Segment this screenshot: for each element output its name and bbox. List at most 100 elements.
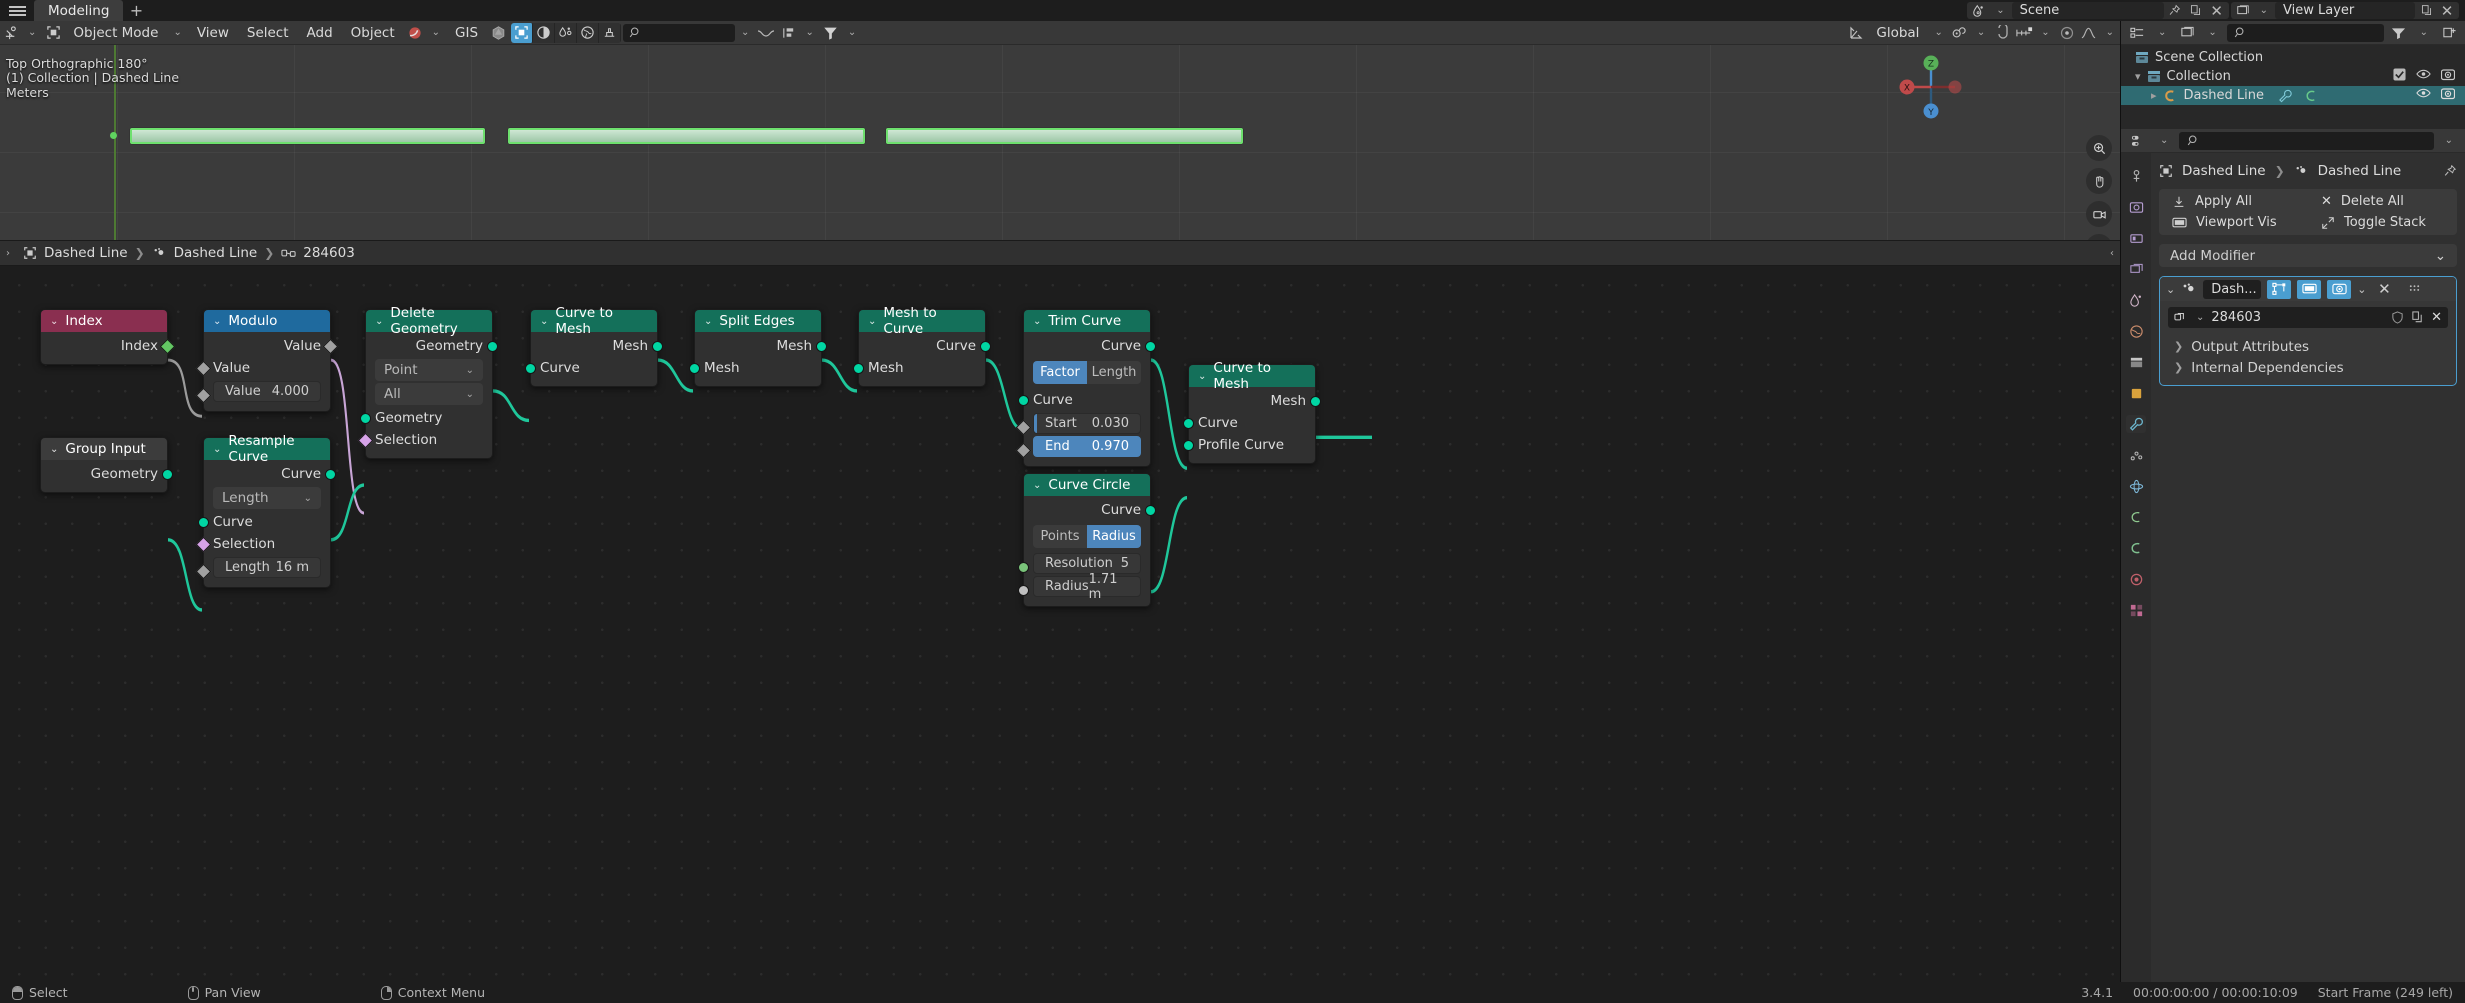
toggle-option-radius[interactable]: Radius [1087,525,1141,548]
tab-output[interactable] [2126,229,2146,247]
outliner-display-mode-icon[interactable] [2176,23,2198,43]
node-trim-curve-output[interactable]: Curve [1024,335,1156,357]
node-mesh-to-curve-input[interactable]: Mesh [853,357,985,379]
delete-scene-icon[interactable]: ✕ [2207,2,2227,20]
gis-globe-icon[interactable] [577,22,600,43]
snap-magnet-icon[interactable] [1991,23,2013,43]
node-delete-geometry-domain-dropdown[interactable]: Point ⌄ [375,359,483,381]
menu-gis[interactable]: GIS [446,22,487,44]
node-curve-to-mesh-2-output[interactable]: Mesh [1189,390,1321,412]
disclosure-triangle-icon[interactable]: ▸ [2151,89,2157,102]
output-socket-curve[interactable] [1145,340,1156,352]
output-socket-geometry[interactable] [487,340,498,352]
node-canvas[interactable]: ⌄ Index Index ⌄ Modulo Value Value Value… [0,266,2120,982]
nodegroup-icon[interactable] [2174,311,2189,324]
node-mesh-to-curve-header[interactable]: ⌄ Mesh to Curve [859,305,985,337]
toggle-option-factor[interactable]: Factor [1033,361,1087,384]
input-socket-geometry[interactable] [360,412,371,424]
filter-chevron[interactable]: ⌄ [842,27,862,38]
dashed-line-segment-3[interactable] [886,128,1243,144]
mode-selector[interactable]: Object Mode [64,22,167,44]
blenderkit-chevron[interactable]: ⌄ [426,27,446,38]
node-resample-curve-length-field[interactable]: Length 16 m [213,557,321,578]
menu-add[interactable]: Add [298,22,342,44]
edit-mode-toggle-icon[interactable] [2267,279,2292,299]
output-socket-curve[interactable] [1145,504,1156,516]
gis-view3d-icon[interactable] [511,22,534,43]
output-socket-curve[interactable] [980,340,991,352]
proportional-falloff-icon[interactable] [755,23,777,43]
output-socket-geometry[interactable] [162,468,173,480]
outliner-display-mode-chevron[interactable]: ⌄ [2202,27,2222,38]
dashed-line-segment-2[interactable] [508,128,865,144]
node-curve-to-mesh-2[interactable]: ⌄ Curve to Mesh Mesh Curve Profile Curve [1183,360,1321,464]
modifier-collapse-chevron[interactable]: ⌄ [2166,283,2175,296]
pivot-point-icon[interactable] [1949,23,1971,43]
proportional-edit-icon[interactable] [2056,23,2078,43]
input-socket-curve[interactable] [525,362,536,374]
node-sidebar-chevron[interactable]: ‹ [2104,248,2120,259]
node-curve-circle-header[interactable]: ⌄ Curve Circle [1024,474,1150,496]
pin-icon[interactable] [2443,164,2457,178]
pan-tool-icon[interactable] [2086,168,2112,194]
pivot-chevron[interactable]: ⌄ [1971,27,1991,38]
camera-icon[interactable] [2440,68,2456,85]
panel-output-attributes[interactable]: ❯ Output Attributes [2160,336,2456,357]
node-trim-curve-header[interactable]: ⌄ Trim Curve [1024,310,1150,332]
input-socket-resolution[interactable] [1018,562,1029,573]
node-collapse-chevron[interactable]: ⌄ [704,316,712,327]
input-socket-radius[interactable] [1018,585,1029,596]
tab-view-layer[interactable] [2126,260,2146,278]
node-collapse-chevron[interactable]: ⌄ [1033,316,1041,327]
node-collapse-chevron[interactable]: ⌄ [1033,480,1041,491]
node-modulo-input-value[interactable]: Value [195,357,330,379]
gis-search-chevron[interactable]: ⌄ [735,27,755,38]
input-socket-curve[interactable] [1183,417,1194,429]
menu-select[interactable]: Select [238,22,298,44]
node-curve-circle-mode-toggle[interactable]: Points Radius [1033,525,1141,548]
checkbox-icon[interactable] [2393,68,2406,85]
output-socket-curve[interactable] [325,468,336,480]
node-trim-curve-input-curve[interactable]: Curve [1018,389,1150,411]
modifier-panel-header[interactable]: ⌄ Dash... ⌄ ✕ [2160,277,2456,301]
node-delete-geometry[interactable]: ⌄ Delete Geometry Geometry Point ⌄ All ⌄… [357,305,498,459]
modifier-drag-handle-icon[interactable] [2402,280,2426,299]
tab-constraints[interactable] [2126,508,2146,526]
gis-hex-icon[interactable] [487,23,509,43]
node-trim-curve-start-field[interactable]: Start 0.030 [1033,413,1141,434]
node-delete-geometry-header[interactable]: ⌄ Delete Geometry [366,305,492,337]
node-resample-curve-output[interactable]: Curve [204,463,336,485]
node-curve-circle[interactable]: ⌄ Curve Circle Curve Points Radius Resol… [1018,473,1156,607]
outliner-row-scene-collection[interactable]: Scene Collection [2121,48,2465,67]
node-group-chevron[interactable]: ⌄ [2196,312,2204,323]
snap-options-icon[interactable] [777,23,799,43]
menu-object[interactable]: Object [342,22,404,44]
properties-breadcrumb-object[interactable]: Dashed Line [2182,163,2266,179]
curve-data-icon[interactable] [2304,89,2319,103]
node-curve-to-mesh-1[interactable]: ⌄ Curve to Mesh Mesh Curve [525,305,663,387]
tab-object[interactable] [2126,384,2146,402]
node-curve-to-mesh-1-output[interactable]: Mesh [531,335,663,357]
node-collapse-chevron[interactable]: ⌄ [375,316,383,327]
new-viewlayer-icon[interactable] [2416,2,2436,19]
node-curve-to-mesh-2-input-curve[interactable]: Curve [1183,412,1315,434]
tab-physics[interactable] [2126,477,2146,495]
input-socket-mesh[interactable] [689,362,700,374]
duplicate-icon[interactable] [2411,311,2424,324]
zoom-tool-icon[interactable] [2086,135,2112,161]
node-split-edges-header[interactable]: ⌄ Split Edges [695,310,821,332]
apply-all-button[interactable]: Apply All [2159,194,2308,209]
modifier-extras-chevron[interactable]: ⌄ [2357,283,2366,296]
outliner-filter-icon[interactable] [2388,23,2410,43]
mode-chevron[interactable]: ⌄ [167,27,187,38]
gis-nodes-icon[interactable] [599,22,622,43]
node-modulo-header[interactable]: ⌄ Modulo [204,310,330,332]
node-mesh-to-curve-output[interactable]: Curve [859,335,991,357]
node-group-name[interactable]: 284603 [2211,310,2384,325]
menu-view[interactable]: View [188,22,238,44]
node-modulo[interactable]: ⌄ Modulo Value Value Value 4.000 [195,309,339,412]
delete-all-button[interactable]: ✕ Delete All [2308,194,2457,209]
tab-particles[interactable] [2126,446,2146,464]
node-curve-to-mesh-2-input-profile[interactable]: Profile Curve [1183,434,1315,456]
disclosure-triangle-icon[interactable]: ▾ [2135,70,2141,83]
